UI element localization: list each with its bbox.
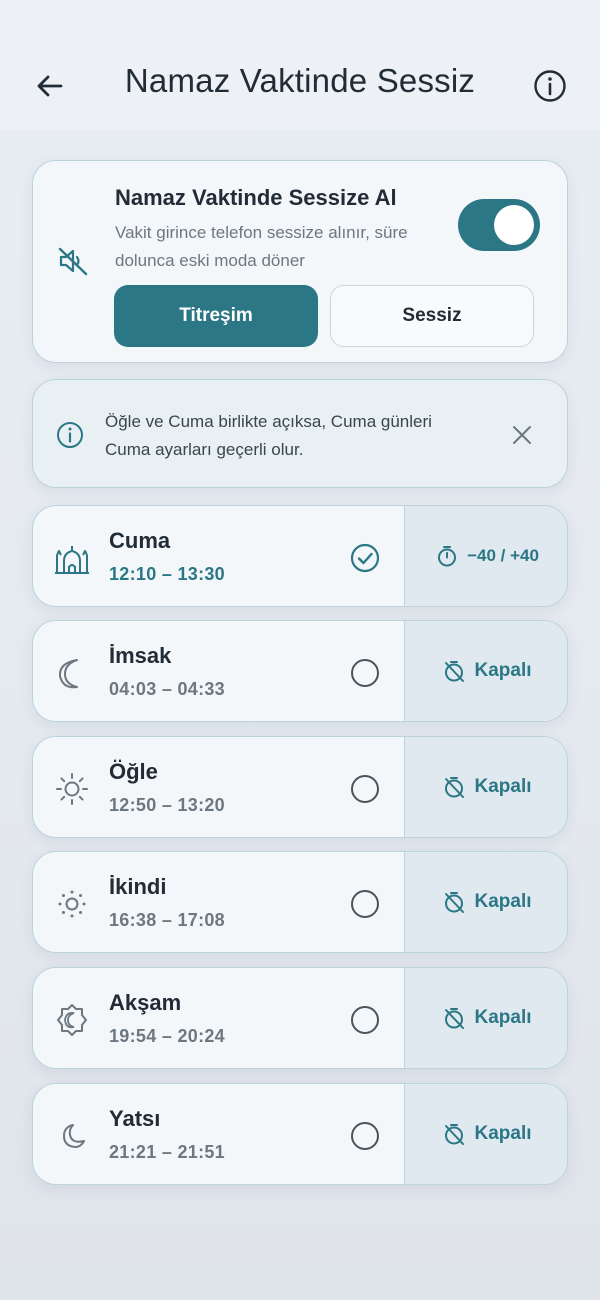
prayer-row-ikindi[interactable]: İkindi 16:38 – 17:08 Kapalı <box>32 851 568 953</box>
prayer-name: Öğle <box>109 759 158 784</box>
sun-small-icon <box>58 890 86 918</box>
offset-label: Kapalı <box>474 1123 532 1144</box>
notice-text: Öğle ve Cuma birlikte açıksa, Cuma günle… <box>105 412 432 459</box>
timer-off-icon <box>445 1124 465 1145</box>
prayer-name: İmsak <box>109 643 172 668</box>
prayer-time: 04:03 – 04:33 <box>109 679 225 699</box>
sun-icon <box>56 773 88 805</box>
check-circle-icon[interactable] <box>349 542 381 574</box>
empty-circle-icon[interactable] <box>349 1120 381 1152</box>
silent-mode-title: Namaz Vaktinde Sessize Al <box>115 185 397 210</box>
prayer-row-imsak[interactable]: İmsak 04:03 – 04:33 Kapalı <box>32 620 568 722</box>
empty-circle-icon[interactable] <box>349 657 381 689</box>
offset-label: −40 / +40 <box>467 546 539 565</box>
notice-close-button[interactable] <box>507 420 537 450</box>
sunset-badge-icon <box>57 1004 87 1036</box>
offset-button[interactable]: Kapalı <box>404 852 567 952</box>
silent-mode-subtitle: Vakit girince telefon sessize alınır, sü… <box>115 223 408 270</box>
info-button[interactable] <box>530 66 570 106</box>
prayer-name: Cuma <box>109 528 171 553</box>
prayer-name: İkindi <box>109 874 167 899</box>
prayer-time: 21:21 – 21:51 <box>109 1142 225 1162</box>
silent-mode-card: Namaz Vaktinde Sessize Al Vakit girince … <box>32 160 568 363</box>
offset-label: Kapalı <box>474 1007 532 1028</box>
empty-circle-icon[interactable] <box>349 888 381 920</box>
moon-icon <box>63 1124 85 1148</box>
toggle-knob <box>494 205 534 245</box>
offset-label: Kapalı <box>474 776 532 797</box>
timer-off-icon <box>445 1008 465 1029</box>
prayer-time: 19:54 – 20:24 <box>109 1026 225 1046</box>
prayer-time: 16:38 – 17:08 <box>109 910 225 930</box>
vibrate-mode-button[interactable]: Titreşim <box>114 285 318 347</box>
info-icon <box>534 70 566 102</box>
prayer-row-ogle[interactable]: Öğle 12:50 – 13:20 Kapalı <box>32 736 568 838</box>
empty-circle-icon[interactable] <box>349 773 381 805</box>
silent-mode-toggle[interactable] <box>458 199 540 251</box>
page-title: Namaz Vaktinde Sessiz <box>124 62 476 99</box>
timer-off-icon <box>445 777 465 798</box>
timer-off-icon <box>445 892 465 913</box>
prayer-time: 12:10 – 13:30 <box>109 564 225 584</box>
empty-circle-icon[interactable] <box>349 1004 381 1036</box>
silent-mode-button[interactable]: Sessiz <box>330 285 534 347</box>
prayer-time: 12:50 – 13:20 <box>109 795 225 815</box>
close-icon <box>513 426 531 444</box>
mosque-icon <box>55 546 89 574</box>
top-app-bar: Namaz Vaktinde Sessiz <box>0 0 600 130</box>
timer-icon <box>438 546 457 567</box>
prayer-name: Yatsı <box>109 1106 161 1131</box>
offset-label: Kapalı <box>474 660 532 681</box>
offset-button[interactable]: Kapalı <box>404 737 567 837</box>
offset-button[interactable]: Kapalı <box>404 968 567 1068</box>
offset-button[interactable]: Kapalı <box>404 1084 567 1184</box>
offset-button[interactable]: −40 / +40 <box>404 506 567 606</box>
crescent-moon-icon <box>58 659 78 689</box>
volume-off-icon <box>58 247 88 276</box>
prayer-row-cuma[interactable]: Cuma 12:10 – 13:30 −40 / +40 <box>32 505 568 607</box>
info-icon <box>57 422 83 448</box>
prayer-row-aksam[interactable]: Akşam 19:54 – 20:24 Kapalı <box>32 967 568 1069</box>
timer-off-icon <box>445 661 465 682</box>
info-notice: Öğle ve Cuma birlikte açıksa, Cuma günle… <box>32 379 568 488</box>
prayer-name: Akşam <box>109 990 182 1015</box>
offset-button[interactable]: Kapalı <box>404 621 567 721</box>
offset-label: Kapalı <box>474 891 532 912</box>
prayer-row-yatsi[interactable]: Yatsı 21:21 – 21:51 Kapalı <box>32 1083 568 1185</box>
